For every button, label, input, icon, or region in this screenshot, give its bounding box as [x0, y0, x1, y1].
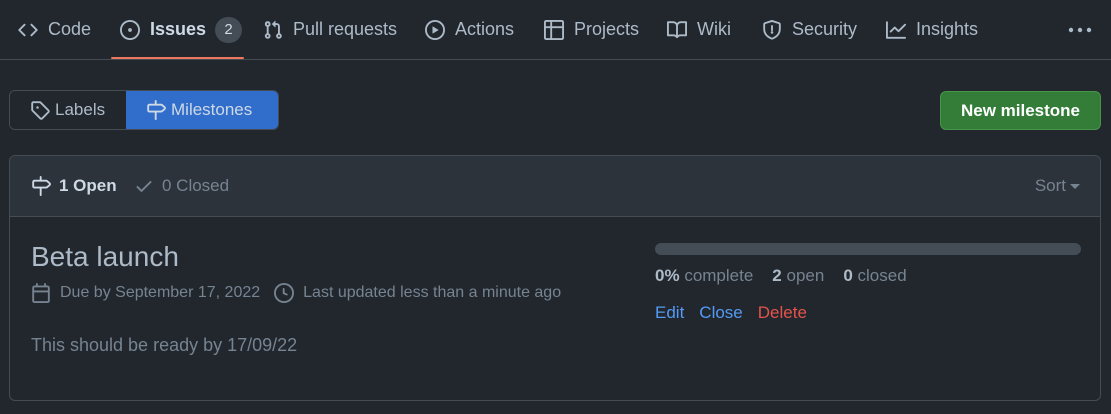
closed-value: 0	[843, 266, 853, 285]
play-icon	[425, 19, 445, 40]
active-tab-underline	[111, 57, 244, 59]
milestones-box-header: 1 Open 0 Closed Sort	[10, 156, 1100, 217]
caret-down-icon	[1070, 183, 1080, 189]
milestone-last-updated: Last updated less than a minute ago	[303, 284, 562, 301]
book-icon	[667, 20, 687, 38]
table-icon	[544, 19, 564, 40]
milestones-link[interactable]: Milestones	[126, 91, 278, 129]
milestone-item: Beta launch Due by September 17, 2022 La…	[10, 217, 1100, 400]
tab-wiki[interactable]: Wiki	[667, 0, 731, 59]
stat-open[interactable]: 2 open	[772, 266, 824, 286]
issue-opened-icon	[120, 19, 140, 40]
open-label: open	[786, 266, 825, 285]
milestone-description: This should be ready by 17/09/22	[31, 335, 298, 355]
graph-icon	[886, 20, 906, 39]
new-milestone-button[interactable]: New milestone	[940, 91, 1101, 130]
tab-label: Issues	[150, 19, 207, 39]
tab-label: Insights	[916, 19, 979, 39]
tab-pull-requests[interactable]: Pull requests	[263, 0, 397, 59]
open-filter-label: 1 Open	[59, 176, 117, 195]
repo-nav: Code Issues 2 Pull requests Actions Proj…	[0, 0, 1111, 60]
milestone-icon	[147, 100, 166, 120]
closed-filter-label: 0 Closed	[162, 176, 230, 195]
sort-dropdown[interactable]: Sort	[1035, 156, 1080, 216]
edit-link[interactable]: Edit	[655, 303, 684, 323]
kebab-horizontal-icon	[1068, 27, 1092, 33]
open-filter[interactable]: 1 Open	[31, 156, 117, 216]
tab-security[interactable]: Security	[762, 0, 857, 59]
closed-filter[interactable]: 0 Closed	[134, 156, 229, 216]
calendar-icon	[32, 283, 50, 303]
sort-label: Sort	[1034, 176, 1066, 195]
milestone-progress-bar	[655, 243, 1081, 255]
tab-label: Projects	[574, 19, 640, 39]
close-link[interactable]: Close	[699, 303, 742, 323]
clock-icon	[274, 283, 295, 303]
stat-complete: 0% complete	[655, 266, 753, 286]
tab-label: Security	[792, 19, 858, 39]
labels-milestones-subnav: Labels Milestones	[9, 90, 279, 130]
tab-label: Pull requests	[293, 19, 398, 39]
milestone-due-date: Due by September 17, 2022	[60, 284, 261, 301]
stat-closed[interactable]: 0 closed	[843, 266, 906, 286]
labels-link[interactable]: Labels	[10, 91, 126, 129]
milestones-link-label: Milestones	[171, 100, 253, 119]
shield-icon	[763, 19, 781, 40]
more-button[interactable]	[1068, 20, 1092, 40]
milestone-title[interactable]: Beta launch	[31, 241, 179, 273]
tab-issues[interactable]: Issues 2	[120, 0, 243, 59]
milestone-actions: Edit Close Delete	[655, 303, 822, 323]
tab-code[interactable]: Code	[18, 0, 91, 59]
git-pull-request-icon	[264, 20, 282, 39]
complete-label: complete	[684, 266, 754, 285]
tab-label: Code	[48, 19, 92, 39]
milestone-meta: Due by September 17, 2022 Last updated l…	[31, 283, 561, 303]
closed-label: closed	[857, 266, 907, 285]
tab-projects[interactable]: Projects	[544, 0, 639, 59]
labels-link-label: Labels	[55, 100, 106, 119]
tag-icon	[31, 101, 50, 120]
delete-link[interactable]: Delete	[758, 303, 807, 323]
tab-label: Wiki	[697, 19, 731, 39]
check-icon	[136, 181, 152, 192]
tab-insights[interactable]: Insights	[886, 0, 978, 59]
milestone-icon	[32, 176, 51, 196]
issues-count-badge: 2	[215, 16, 243, 43]
tab-label: Actions	[455, 19, 515, 39]
milestone-stats: 0% complete 2 open 0 closed	[655, 266, 926, 286]
milestones-box: 1 Open 0 Closed Sort Beta launch Due by …	[9, 155, 1101, 401]
code-icon	[18, 23, 38, 36]
tab-actions[interactable]: Actions	[425, 0, 514, 59]
complete-value: 0%	[655, 266, 680, 285]
open-value: 2	[772, 266, 782, 285]
